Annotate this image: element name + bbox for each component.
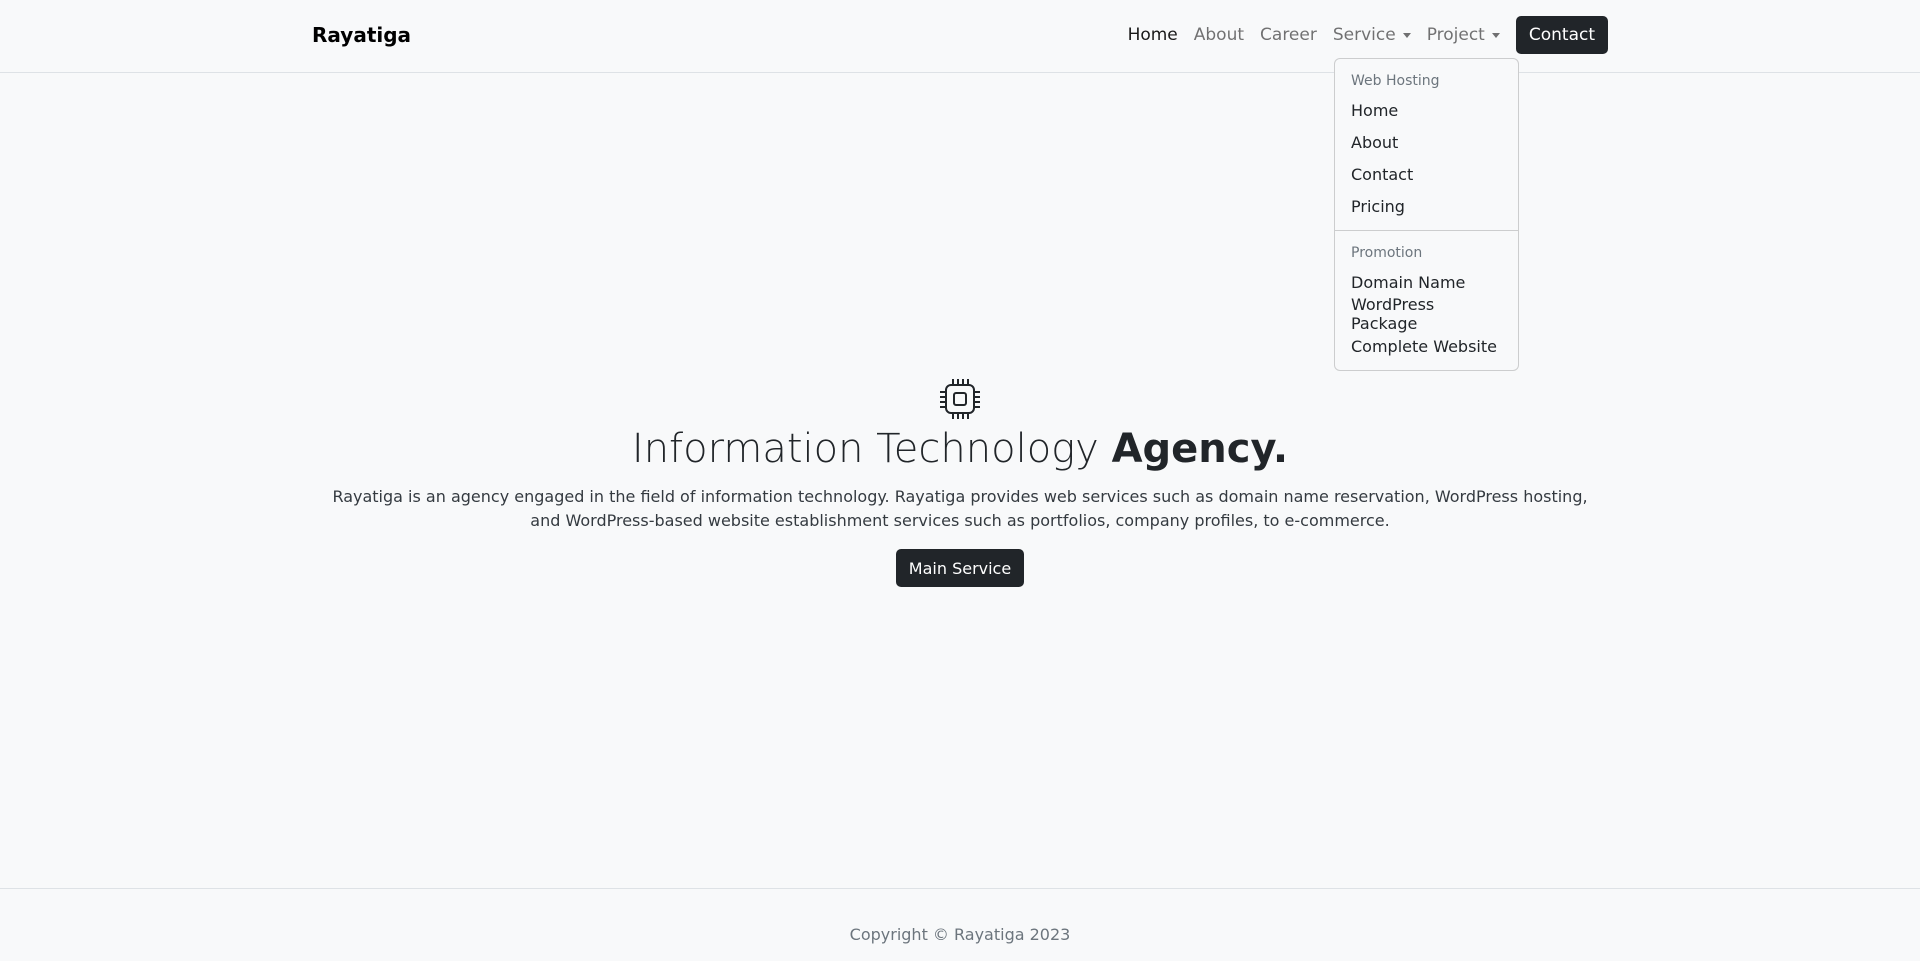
dropdown-header-web-hosting: Web Hosting [1351,73,1440,89]
hero-section: Information Technology Agency. Rayatiga … [0,378,1920,587]
nav-service-dropdown-toggle[interactable]: Service [1325,25,1419,45]
contact-button[interactable]: Contact [1515,16,1608,54]
nav-links: Home About Career Service Project Contac… [1120,16,1608,54]
main-service-button[interactable]: Main Service [895,549,1025,587]
brand-logo[interactable]: Rayatiga [312,23,411,47]
dropdown-header-promotion: Promotion [1351,245,1423,261]
hero-title-light: Information Technology [631,426,1112,472]
hero-title: Information Technology Agency. [0,425,1920,473]
nav-project-dropdown-toggle[interactable]: Project [1419,25,1508,45]
dropdown-item-pricing[interactable]: Pricing [1335,190,1518,222]
footer: Copyright © Rayatiga 2023 [0,888,1920,961]
cpu-icon [940,379,980,419]
dropdown-item-complete-website[interactable]: Complete Website [1335,330,1518,362]
dropdown-item-wordpress-package[interactable]: WordPress Package [1335,295,1518,333]
nav-service-label: Service [1332,25,1396,45]
nav-home[interactable]: Home [1120,25,1186,45]
dropdown-item-about[interactable]: About [1335,126,1518,158]
copyright-text: Copyright © Rayatiga 2023 [849,925,1071,944]
nav-about[interactable]: About [1186,25,1252,45]
hero-description: Rayatiga is an agency engaged in the fie… [332,487,1588,530]
dropdown-divider [1335,230,1518,231]
dropdown-item-domain-name[interactable]: Domain Name [1335,266,1518,298]
nav-career[interactable]: Career [1252,25,1325,45]
navbar: Rayatiga Home About Career Service Proje… [0,0,1920,73]
hero-title-bold: Agency. [1111,426,1289,472]
caret-down-icon [1402,32,1411,38]
service-dropdown-menu: Web Hosting Home About Contact Pricing P… [1334,58,1519,371]
dropdown-item-contact[interactable]: Contact [1335,158,1518,190]
caret-down-icon [1491,32,1500,38]
dropdown-item-home[interactable]: Home [1335,94,1518,126]
nav-project-label: Project [1426,25,1485,45]
